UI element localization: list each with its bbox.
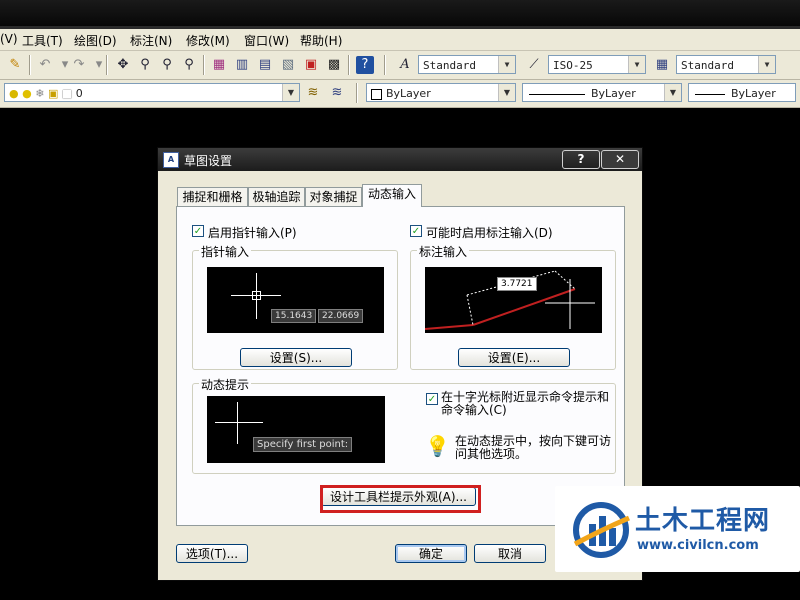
lightbulb-icon: 💡 [425, 434, 450, 458]
calculator-icon[interactable]: ▩ [325, 56, 343, 74]
help-icon[interactable]: ? [356, 56, 374, 74]
line-sample-icon [695, 93, 725, 95]
pointer-settings-button[interactable]: 设置(S)... [240, 348, 352, 367]
show-command-prompt-checkbox[interactable]: ✓ [426, 393, 438, 405]
tab-dynamic-input[interactable]: 动态输入 [362, 184, 422, 207]
ok-button[interactable]: 确定 [395, 544, 467, 563]
markup-icon[interactable]: ▣ [302, 56, 320, 74]
dynamic-prompt-preview: Specify first point: [207, 396, 385, 463]
tab-polar-tracking[interactable]: 极轴追踪 [248, 187, 305, 206]
enable-pointer-checkbox[interactable]: ✓ [192, 225, 204, 237]
text-style-select[interactable]: Standard ▼ [418, 55, 516, 74]
chevron-down-icon: ▼ [664, 84, 681, 101]
text-style-icon[interactable]: A [396, 56, 414, 74]
lightbulb-icon: ● [9, 87, 19, 100]
coord-y-tooltip: 22.0669 [318, 309, 364, 323]
zoom-previous-icon[interactable]: ⚲ [180, 56, 198, 74]
enable-pointer-label: 启用指针输入(P) [208, 226, 297, 240]
tab-snap-grid[interactable]: 捕捉和栅格 [177, 187, 248, 206]
tab-object-snap[interactable]: 对象捕捉 [305, 187, 362, 206]
pointer-input-title: 指针输入 [199, 243, 252, 260]
enable-dim-checkbox[interactable]: ✓ [410, 225, 422, 237]
civilcn-logo-icon [573, 502, 630, 558]
match-properties-icon[interactable]: ✎ [6, 56, 24, 74]
dialog-title: 草图设置 [184, 154, 233, 168]
options-button[interactable]: 选项(T)... [176, 544, 248, 563]
dim-value-tooltip: 3.7721 [497, 277, 537, 291]
design-center-icon[interactable]: ▥ [233, 56, 251, 74]
redo-icon[interactable]: ↷ [70, 56, 88, 74]
chevron-down-icon: ▼ [282, 84, 299, 101]
menu-dimension[interactable]: 标注(N) [130, 32, 172, 49]
dim-style-icon[interactable]: ⟋ [525, 56, 543, 74]
pointer-input-group: 指针输入 15.1643 22.0669 设置(S)... [192, 243, 398, 370]
pan-icon[interactable]: ✥ [114, 56, 132, 74]
layer-name: 0 [75, 87, 83, 100]
toolbar-separator [203, 55, 204, 75]
enable-dim-label: 可能时启用标注输入(D) [426, 226, 553, 240]
menu-help[interactable]: 帮助(H) [300, 32, 342, 49]
dynamic-prompt-group: 动态提示 Specify first point: ✓ 在十字光标附近显示命令提… [192, 376, 616, 474]
cancel-button[interactable]: 取消 [474, 544, 546, 563]
watermark-logo: 土木工程网 www.civilcn.com [555, 486, 800, 572]
chevron-down-icon: ▼ [498, 84, 515, 101]
toolbar-separator [384, 55, 385, 75]
menu-modify[interactable]: 修改(M) [186, 32, 230, 49]
menu-window[interactable]: 窗口(W) [244, 32, 289, 49]
layer-previous-icon[interactable]: ≋ [328, 84, 346, 102]
make-current-layer-icon[interactable]: ≋ [304, 84, 322, 102]
close-button[interactable]: ✕ [601, 150, 639, 169]
color-swatch-icon: ■ [61, 87, 73, 100]
standard-toolbar: ✎ ↶ ▾ ↷ ▾ ✥ ⚲ ⚲ ⚲ ▦ ▥ ▤ ▧ ▣ ▩ ? A Standa… [0, 51, 800, 80]
dynamic-input-panel: ✓ 启用指针输入(P) 指针输入 15.1643 22.0669 设置(S)..… [176, 206, 625, 526]
table-style-icon[interactable]: ▦ [653, 56, 671, 74]
sheet-set-icon[interactable]: ▧ [279, 56, 297, 74]
tool-palettes-icon[interactable]: ▤ [256, 56, 274, 74]
dim-input-preview: 3.7721 [425, 267, 602, 333]
menu-tools[interactable]: 工具(T) [22, 32, 63, 49]
chevron-down-icon: ▼ [758, 56, 775, 73]
color-swatch-icon [371, 88, 382, 100]
pointer-input-preview: 15.1643 22.0669 [207, 267, 384, 333]
dim-input-group: 标注输入 3.7721 设置(E)... [410, 243, 616, 370]
autocad-icon: A [163, 152, 179, 168]
undo-icon[interactable]: ↶ [36, 56, 54, 74]
layers-toolbar: ● ● ❄ ▣ ■ 0 ▼ ≋ ≋ ByLayer ▼ ByLayer ▼ ByLa… [0, 80, 800, 108]
toolbar-separator [106, 55, 107, 75]
chevron-down-icon: ▼ [498, 56, 515, 73]
line-sample-icon [529, 93, 585, 95]
prompt-preview-tooltip: Specify first point: [253, 437, 353, 452]
lineweight-select[interactable]: ByLayer [688, 83, 796, 102]
menu-view[interactable]: (V) [0, 32, 18, 46]
menu-draw[interactable]: 绘图(D) [74, 32, 117, 49]
sun-icon: ● [22, 87, 32, 100]
dialog-titlebar: A 草图设置 ? ✕ [158, 148, 642, 171]
watermark-title: 土木工程网 [635, 506, 771, 536]
lock-icon: ▣ [47, 87, 59, 100]
dim-settings-button[interactable]: 设置(E)... [458, 348, 570, 367]
menu-bar: (V) 工具(T) 绘图(D) 标注(N) 修改(M) 窗口(W) 帮助(H) [0, 29, 800, 51]
coord-x-tooltip: 15.1643 [271, 309, 317, 323]
chevron-down-icon: ▼ [628, 56, 645, 73]
dynamic-prompt-title: 动态提示 [199, 376, 252, 393]
table-style-select[interactable]: Standard ▼ [676, 55, 776, 74]
help-button[interactable]: ? [562, 150, 600, 169]
toolbar-separator [29, 55, 30, 75]
toolbar-separator [356, 83, 357, 103]
freeze-icon: ❄ [35, 87, 45, 100]
zoom-realtime-icon[interactable]: ⚲ [136, 56, 154, 74]
app-titlebar [0, 0, 800, 29]
linetype-select[interactable]: ByLayer ▼ [522, 83, 682, 102]
color-select[interactable]: ByLayer ▼ [366, 83, 516, 102]
show-command-prompt-label: 在十字光标附近显示命令提示和 命令输入(C) [441, 390, 610, 417]
dim-style-select[interactable]: ISO-25 ▼ [548, 55, 646, 74]
dim-input-title: 标注输入 [417, 243, 470, 260]
toolbar-separator [348, 55, 349, 75]
watermark-url: www.civilcn.com [637, 538, 759, 553]
properties-icon[interactable]: ▦ [210, 56, 228, 74]
layer-select[interactable]: ● ● ❄ ▣ ■ 0 ▼ [4, 83, 300, 102]
zoom-window-icon[interactable]: ⚲ [158, 56, 176, 74]
highlight-box [320, 485, 481, 513]
dynamic-prompt-tip: 在动态提示中，按向下键可访 问其他选项。 [455, 434, 612, 461]
